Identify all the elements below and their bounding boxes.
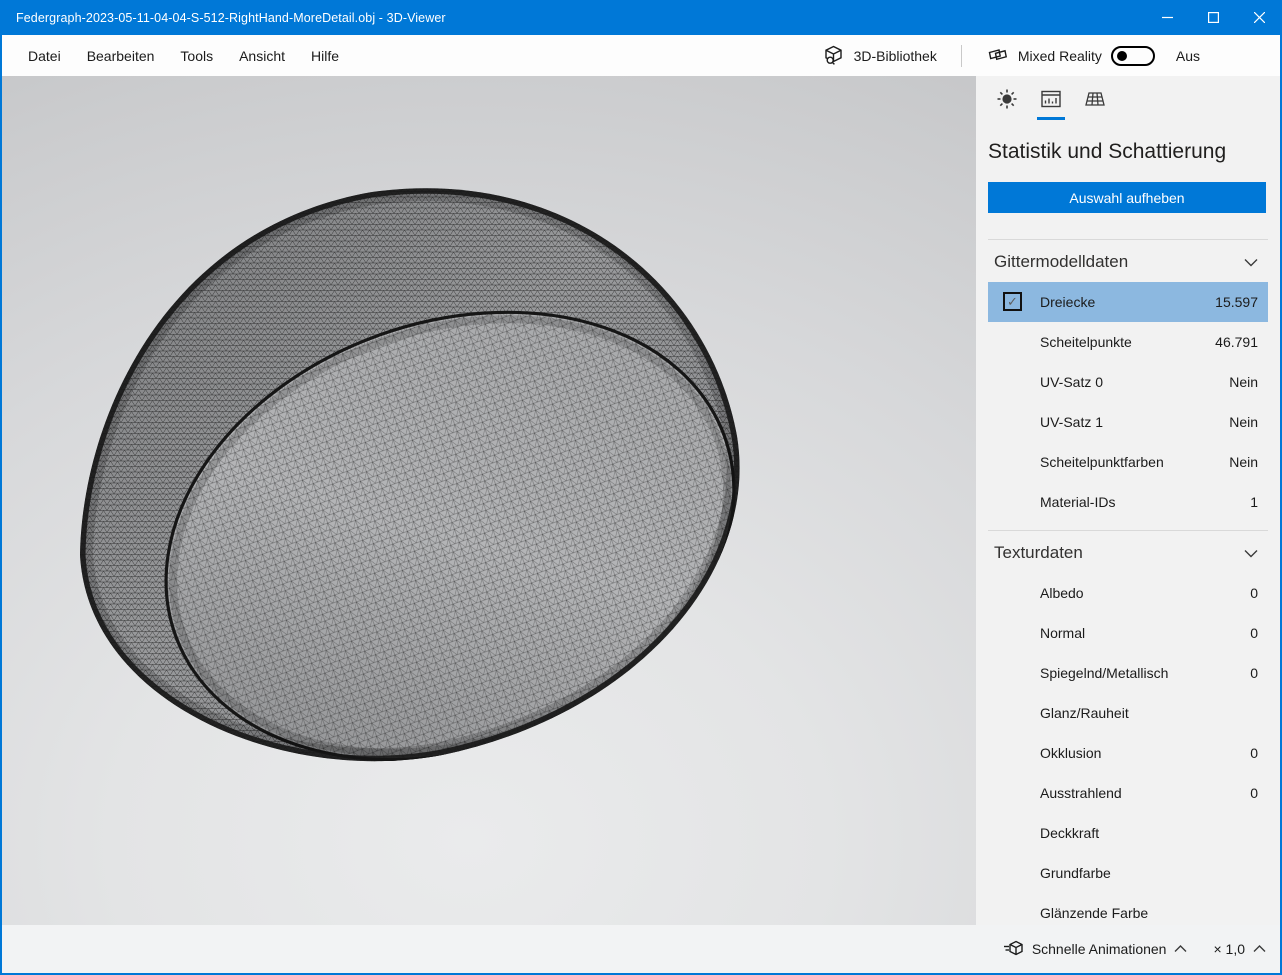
table-row[interactable]: Scheitelpunkte 46.791 bbox=[988, 322, 1268, 362]
stat-label: UV-Satz 0 bbox=[1040, 374, 1103, 390]
chevron-down-icon[interactable] bbox=[1244, 258, 1258, 267]
library-button[interactable]: 3D-Bibliothek bbox=[822, 44, 937, 67]
stat-label: Scheitelpunkte bbox=[1040, 334, 1132, 350]
menu-ansicht[interactable]: Ansicht bbox=[226, 42, 298, 70]
statusbar: Schnelle Animationen × 1,0 bbox=[2, 925, 1280, 973]
mesh-model bbox=[2, 76, 976, 925]
tab-underline bbox=[1081, 117, 1109, 120]
section-header-texture[interactable]: Texturdaten bbox=[988, 531, 1268, 573]
animations-control[interactable]: Schnelle Animationen bbox=[1002, 938, 1188, 960]
stat-value: Nein bbox=[1229, 414, 1258, 430]
stat-label: Spiegelnd/Metallisch bbox=[1040, 665, 1168, 681]
stat-label: Deckkraft bbox=[1040, 825, 1099, 841]
animations-label: Schnelle Animationen bbox=[1032, 941, 1167, 957]
section-texture-data: Texturdaten bbox=[988, 530, 1268, 573]
section-header-mesh[interactable]: Gittermodelldaten bbox=[988, 240, 1268, 282]
table-row[interactable]: Spiegelnd/Metallisch 0 bbox=[988, 653, 1268, 693]
cube-search-icon bbox=[822, 44, 845, 67]
menu-bearbeiten[interactable]: Bearbeiten bbox=[74, 42, 168, 70]
scale-control[interactable]: × 1,0 bbox=[1213, 941, 1266, 957]
panel-tabs bbox=[976, 76, 1280, 120]
mesh-data-rows: ✓ Dreiecke 15.597 Scheitelpunkte 46.791 … bbox=[976, 282, 1280, 522]
close-button[interactable] bbox=[1236, 0, 1282, 35]
stat-label: UV-Satz 1 bbox=[1040, 414, 1103, 430]
sun-icon bbox=[996, 88, 1018, 110]
menu-hilfe[interactable]: Hilfe bbox=[298, 42, 352, 70]
table-row[interactable]: Normal 0 bbox=[988, 613, 1268, 653]
deselect-button[interactable]: Auswahl aufheben bbox=[988, 182, 1266, 213]
wireframe-icon bbox=[1084, 88, 1106, 110]
app-window: Federgraph-2023-05-11-04-04-S-512-RightH… bbox=[0, 0, 1282, 975]
stat-label: Dreiecke bbox=[1040, 294, 1095, 310]
tab-wireframe[interactable] bbox=[1080, 88, 1110, 120]
stat-value: Nein bbox=[1229, 374, 1258, 390]
table-row[interactable]: Ausstrahlend 0 bbox=[988, 773, 1268, 813]
texture-data-rows: Albedo 0 Normal 0 Spiegelnd/Metallisch 0… bbox=[976, 573, 1280, 925]
table-row[interactable]: UV-Satz 1 Nein bbox=[988, 402, 1268, 442]
tab-statistics[interactable] bbox=[1036, 88, 1066, 120]
stat-value: 46.791 bbox=[1215, 334, 1258, 350]
table-row[interactable]: Deckkraft bbox=[988, 813, 1268, 853]
table-row[interactable]: Albedo 0 bbox=[988, 573, 1268, 613]
stat-label: Glänzende Farbe bbox=[1040, 905, 1148, 921]
panel-title: Statistik und Schattierung bbox=[976, 120, 1280, 164]
table-row[interactable]: UV-Satz 0 Nein bbox=[988, 362, 1268, 402]
stat-label: Normal bbox=[1040, 625, 1085, 641]
stat-label: Albedo bbox=[1040, 585, 1084, 601]
window-controls bbox=[1144, 0, 1282, 35]
stat-value: 1 bbox=[1250, 494, 1258, 510]
library-label: 3D-Bibliothek bbox=[854, 48, 937, 64]
stat-label: Material-IDs bbox=[1040, 494, 1115, 510]
tab-underline-active bbox=[1037, 117, 1065, 120]
stat-value: 0 bbox=[1250, 745, 1258, 761]
animated-cube-icon bbox=[1002, 938, 1024, 960]
window-title: Federgraph-2023-05-11-04-04-S-512-RightH… bbox=[0, 11, 446, 25]
minimize-button[interactable] bbox=[1144, 0, 1190, 35]
table-row[interactable]: Glanz/Rauheit bbox=[988, 693, 1268, 733]
stat-value: 0 bbox=[1250, 625, 1258, 641]
chevron-up-icon[interactable] bbox=[1253, 945, 1266, 953]
menubar: Datei Bearbeiten Tools Ansicht Hilfe 3D-… bbox=[2, 35, 1280, 76]
stats-panel: Statistik und Schattierung Auswahl aufhe… bbox=[976, 76, 1280, 925]
mixed-reality-toggle[interactable] bbox=[1111, 46, 1155, 66]
statistics-icon bbox=[1040, 88, 1062, 110]
stat-value: Nein bbox=[1229, 454, 1258, 470]
stat-label: Grundfarbe bbox=[1040, 865, 1111, 881]
maximize-button[interactable] bbox=[1190, 0, 1236, 35]
stat-value: 0 bbox=[1250, 785, 1258, 801]
table-row[interactable]: ✓ Dreiecke 15.597 bbox=[988, 282, 1268, 322]
titlebar: Federgraph-2023-05-11-04-04-S-512-RightH… bbox=[0, 0, 1282, 35]
stat-label: Glanz/Rauheit bbox=[1040, 705, 1129, 721]
mixed-reality-label: Mixed Reality bbox=[1018, 48, 1102, 64]
menu-separator bbox=[961, 45, 962, 67]
table-row[interactable]: Material-IDs 1 bbox=[988, 482, 1268, 522]
section-title: Gittermodelldaten bbox=[994, 252, 1128, 272]
section-mesh-data: Gittermodelldaten bbox=[988, 239, 1268, 282]
stat-label: Ausstrahlend bbox=[1040, 785, 1122, 801]
stat-value: 0 bbox=[1250, 585, 1258, 601]
menu-tools[interactable]: Tools bbox=[167, 42, 226, 70]
stat-label: Okklusion bbox=[1040, 745, 1101, 761]
mixed-reality-control: Mixed Reality Aus bbox=[986, 44, 1200, 67]
mr-glasses-icon bbox=[986, 44, 1009, 67]
table-row[interactable]: Scheitelpunktfarben Nein bbox=[988, 442, 1268, 482]
scale-label: × 1,0 bbox=[1213, 941, 1245, 957]
table-row[interactable]: Okklusion 0 bbox=[988, 733, 1268, 773]
table-row[interactable]: Glänzende Farbe bbox=[988, 893, 1268, 925]
viewport-3d[interactable] bbox=[2, 76, 976, 925]
chevron-down-icon[interactable] bbox=[1244, 549, 1258, 558]
toggle-knob bbox=[1117, 51, 1127, 61]
stat-value: 15.597 bbox=[1215, 294, 1258, 310]
table-row[interactable]: Grundfarbe bbox=[988, 853, 1268, 893]
stat-label: Scheitelpunktfarben bbox=[1040, 454, 1164, 470]
checkbox-checked-icon[interactable]: ✓ bbox=[1003, 292, 1022, 311]
chevron-up-icon[interactable] bbox=[1174, 945, 1187, 953]
tab-underline bbox=[993, 117, 1021, 120]
section-title: Texturdaten bbox=[994, 543, 1083, 563]
mixed-reality-state: Aus bbox=[1176, 48, 1200, 64]
menu-datei[interactable]: Datei bbox=[15, 42, 74, 70]
stat-value: 0 bbox=[1250, 665, 1258, 681]
tab-lighting[interactable] bbox=[992, 88, 1022, 120]
